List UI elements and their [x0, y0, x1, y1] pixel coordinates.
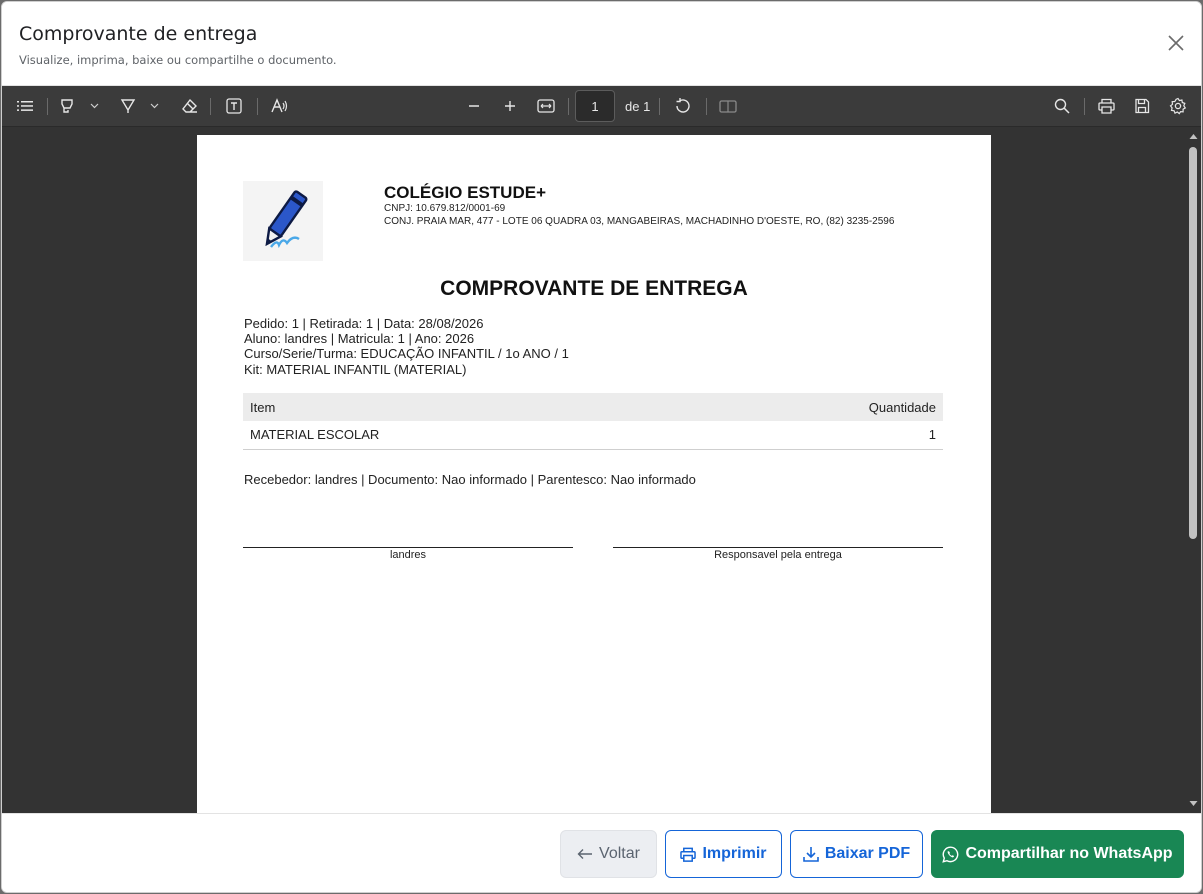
highlight-icon: [61, 99, 73, 113]
close-button[interactable]: [1165, 32, 1187, 54]
pdf-page: COLÉGIO ESTUDE+ CNPJ: 10.679.812/0001-69…: [197, 135, 991, 813]
class-info-line: Curso/Serie/Turma: EDUCAÇÃO INFANTIL / 1…: [244, 346, 569, 361]
read-aloud-icon: [271, 98, 288, 113]
pdf-viewer[interactable]: COLÉGIO ESTUDE+ CNPJ: 10.679.812/0001-69…: [2, 127, 1201, 813]
toolbar-divider: [706, 98, 707, 115]
page-view-button[interactable]: [715, 94, 741, 118]
table-row: MATERIAL ESCOLAR 1: [243, 421, 943, 450]
zoom-in-button[interactable]: [497, 94, 523, 118]
viewer-scrollbar[interactable]: [1187, 127, 1201, 813]
scrollbar-thumb[interactable]: [1189, 147, 1197, 539]
text-icon: [226, 98, 242, 114]
page-number-input[interactable]: [575, 90, 615, 122]
school-cnpj: CNPJ: 10.679.812/0001-69: [384, 203, 506, 214]
toolbar-divider: [210, 98, 211, 115]
close-icon: [1168, 35, 1184, 51]
list-icon: [17, 101, 33, 111]
school-name: COLÉGIO ESTUDE+: [384, 183, 546, 202]
school-logo: [243, 181, 323, 261]
toolbar-divider: [47, 98, 48, 115]
whatsapp-icon: [942, 845, 959, 863]
item-quantity-cell: 1: [689, 421, 943, 450]
signature-responsible: Responsavel pela entrega: [613, 547, 943, 561]
table-header-row: Item Quantidade: [243, 393, 943, 421]
items-table: Item Quantidade MATERIAL ESCOLAR 1: [243, 393, 943, 450]
print-toolbar-button[interactable]: [1093, 94, 1119, 118]
chevron-down-icon: [90, 103, 98, 109]
share-whatsapp-button[interactable]: Compartilhar no WhatsApp: [931, 830, 1184, 878]
arrow-left-icon: [577, 849, 593, 859]
share-whatsapp-label: Compartilhar no WhatsApp: [965, 845, 1173, 862]
modal-header: Comprovante de entrega Visualize, imprim…: [2, 2, 1201, 86]
page-view-icon: [719, 100, 737, 113]
search-icon: [1054, 98, 1070, 114]
draw-icon: [120, 99, 136, 113]
student-info-line: Aluno: landres | Matricula: 1 | Ano: 202…: [244, 331, 475, 346]
chevron-down-icon: [150, 103, 158, 109]
zoom-out-icon: [469, 105, 479, 107]
pencil-logo-icon: [265, 190, 308, 249]
rotate-icon: [676, 98, 690, 113]
print-icon: [1097, 98, 1115, 114]
zoom-in-icon: [505, 101, 515, 111]
item-name-cell: MATERIAL ESCOLAR: [243, 421, 690, 450]
save-icon: [1135, 98, 1150, 114]
order-info-line: Pedido: 1 | Retirada: 1 | Data: 28/08/20…: [244, 316, 484, 331]
add-text-button[interactable]: [221, 94, 247, 118]
toolbar-divider: [257, 98, 258, 115]
rotate-button[interactable]: [670, 94, 696, 118]
draw-options[interactable]: [147, 94, 161, 118]
toolbar-divider: [568, 98, 569, 115]
print-button[interactable]: Imprimir: [665, 830, 782, 878]
save-toolbar-button[interactable]: [1129, 94, 1155, 118]
erase-button[interactable]: [176, 94, 202, 118]
document-title: COMPROVANTE DE ENTREGA: [440, 277, 748, 300]
eraser-icon: [181, 98, 197, 113]
scroll-down-arrow-icon[interactable]: [1189, 799, 1198, 808]
signature-receiver: landres: [243, 547, 573, 561]
modal-subtitle: Visualize, imprima, baixe ou compartilhe…: [19, 53, 337, 67]
kit-info-line: Kit: MATERIAL INFANTIL (MATERIAL): [244, 362, 467, 377]
receiver-info-line: Recebedor: landres | Documento: Nao info…: [244, 472, 696, 487]
pdf-toolbar: de 1: [2, 86, 1201, 127]
settings-button[interactable]: [1165, 94, 1191, 118]
modal-footer: Voltar Imprimir Baixar PDF Compartilhar …: [2, 813, 1201, 892]
fit-width-button[interactable]: [533, 94, 559, 118]
settings-icon: [1169, 97, 1187, 115]
highlight-options[interactable]: [87, 94, 101, 118]
column-header-quantity: Quantidade: [689, 393, 943, 421]
download-pdf-button[interactable]: Baixar PDF: [790, 830, 923, 878]
scroll-up-arrow-icon[interactable]: [1189, 132, 1198, 141]
print-button-label: Imprimir: [702, 845, 767, 862]
school-address: CONJ. PRAIA MAR, 477 - LOTE 06 QUADRA 03…: [384, 216, 895, 227]
page-total: de 1: [625, 99, 651, 114]
draw-button[interactable]: [115, 94, 141, 118]
download-pdf-label: Baixar PDF: [824, 845, 911, 862]
download-icon: [803, 847, 819, 862]
read-aloud-button[interactable]: [267, 94, 293, 118]
modal-title: Comprovante de entrega: [19, 23, 258, 45]
highlight-button[interactable]: [54, 94, 80, 118]
back-button-label: Voltar: [599, 845, 640, 862]
search-button[interactable]: [1049, 94, 1075, 118]
toolbar-divider: [1084, 98, 1085, 115]
print-icon: [680, 847, 697, 862]
toolbar-divider: [659, 98, 660, 115]
delivery-receipt-modal: Comprovante de entrega Visualize, imprim…: [1, 1, 1202, 893]
back-button[interactable]: Voltar: [560, 830, 657, 878]
fit-width-icon: [537, 99, 555, 113]
zoom-out-button[interactable]: [461, 94, 487, 118]
contents-button[interactable]: [12, 94, 38, 118]
column-header-item: Item: [243, 393, 690, 421]
